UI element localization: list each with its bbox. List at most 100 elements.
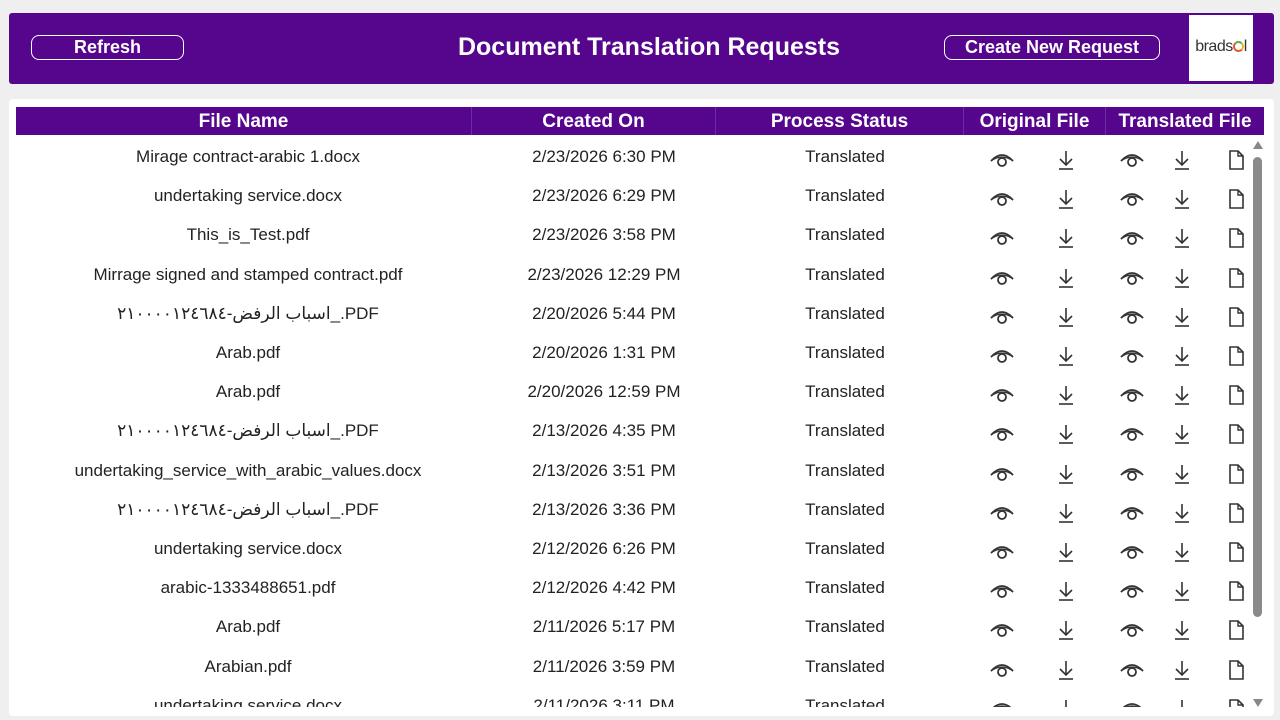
translated-document-icon[interactable] xyxy=(1223,463,1246,485)
translated-view-icon[interactable] xyxy=(1119,659,1145,681)
translated-document-icon[interactable] xyxy=(1223,267,1246,289)
original-download-icon[interactable] xyxy=(1053,423,1079,445)
original-download-icon[interactable] xyxy=(1053,463,1079,485)
translated-download-icon[interactable] xyxy=(1169,227,1195,249)
scroll-thumb[interactable] xyxy=(1253,157,1262,617)
col-header-original-file[interactable]: Original File xyxy=(964,107,1106,135)
original-view-icon[interactable] xyxy=(989,345,1015,367)
table-row[interactable]: اسباب الرفض-٢١٠٠٠٠١٢٤٦٨٤_.PDF 2/20/2026 5… xyxy=(16,296,1246,335)
original-view-icon[interactable] xyxy=(989,698,1015,707)
translated-document-icon[interactable] xyxy=(1223,384,1246,406)
translated-view-icon[interactable] xyxy=(1119,463,1145,485)
original-view-icon[interactable] xyxy=(989,149,1015,171)
translated-document-icon[interactable] xyxy=(1223,619,1246,641)
translated-download-icon[interactable] xyxy=(1169,580,1195,602)
original-download-icon[interactable] xyxy=(1053,580,1079,602)
table-row[interactable]: Arab.pdf 2/11/2026 5:17 PM Translated xyxy=(16,609,1246,648)
table-row[interactable]: Mirrage signed and stamped contract.pdf 2… xyxy=(16,257,1246,296)
table-row[interactable]: undertaking service.docx 2/11/2026 3:11 P… xyxy=(16,688,1246,707)
create-new-request-button[interactable]: Create New Request xyxy=(944,35,1160,60)
translated-document-icon[interactable] xyxy=(1223,541,1246,563)
translated-view-icon[interactable] xyxy=(1119,502,1145,524)
translated-document-icon[interactable] xyxy=(1223,698,1246,707)
original-view-icon[interactable] xyxy=(989,502,1015,524)
translated-download-icon[interactable] xyxy=(1169,188,1195,210)
original-view-icon[interactable] xyxy=(989,188,1015,210)
translated-document-icon[interactable] xyxy=(1223,149,1246,171)
original-download-icon[interactable] xyxy=(1053,384,1079,406)
translated-download-icon[interactable] xyxy=(1169,502,1195,524)
table-row[interactable]: arabic-1333488651.pdf 2/12/2026 4:42 PM Tr… xyxy=(16,570,1246,609)
translated-document-icon[interactable] xyxy=(1223,306,1246,328)
original-view-icon[interactable] xyxy=(989,267,1015,289)
table-row[interactable]: This_is_Test.pdf 2/23/2026 3:58 PM Transla… xyxy=(16,217,1246,256)
col-header-file-name[interactable]: File Name xyxy=(16,107,472,135)
original-view-icon[interactable] xyxy=(989,580,1015,602)
translated-view-icon[interactable] xyxy=(1119,227,1145,249)
translated-view-icon[interactable] xyxy=(1119,580,1145,602)
original-download-icon[interactable] xyxy=(1053,541,1079,563)
translated-download-icon[interactable] xyxy=(1169,698,1195,707)
original-download-icon[interactable] xyxy=(1053,502,1079,524)
table-row[interactable]: undertaking service.docx 2/23/2026 6:29 P… xyxy=(16,178,1246,217)
vertical-scrollbar[interactable] xyxy=(1252,139,1264,707)
translated-view-icon[interactable] xyxy=(1119,306,1145,328)
translated-document-icon[interactable] xyxy=(1223,188,1246,210)
original-view-icon[interactable] xyxy=(989,423,1015,445)
original-view-icon[interactable] xyxy=(989,541,1015,563)
table-row[interactable]: Mirage contract-arabic 1.docx 2/23/2026 6… xyxy=(16,139,1246,178)
original-view-icon[interactable] xyxy=(989,619,1015,641)
translated-download-icon[interactable] xyxy=(1169,306,1195,328)
original-view-icon[interactable] xyxy=(989,384,1015,406)
original-download-icon[interactable] xyxy=(1053,227,1079,249)
translated-document-icon[interactable] xyxy=(1223,423,1246,445)
table-row[interactable]: undertaking service.docx 2/12/2026 6:26 P… xyxy=(16,531,1246,570)
translated-download-icon[interactable] xyxy=(1169,463,1195,485)
translated-document-icon[interactable] xyxy=(1223,227,1246,249)
original-view-icon[interactable] xyxy=(989,463,1015,485)
translated-view-icon[interactable] xyxy=(1119,619,1145,641)
original-download-icon[interactable] xyxy=(1053,306,1079,328)
original-download-icon[interactable] xyxy=(1053,345,1079,367)
translated-view-icon[interactable] xyxy=(1119,698,1145,707)
translated-download-icon[interactable] xyxy=(1169,541,1195,563)
table-row[interactable]: اسباب الرفض-٢١٠٠٠٠١٢٤٦٨٤_.PDF 2/13/2026 4… xyxy=(16,413,1246,452)
col-header-process-status[interactable]: Process Status xyxy=(716,107,964,135)
translated-view-icon[interactable] xyxy=(1119,423,1145,445)
translated-download-icon[interactable] xyxy=(1169,267,1195,289)
original-download-icon[interactable] xyxy=(1053,188,1079,210)
original-view-icon[interactable] xyxy=(989,306,1015,328)
translated-document-icon[interactable] xyxy=(1223,580,1246,602)
translated-view-icon[interactable] xyxy=(1119,149,1145,171)
refresh-button[interactable]: Refresh xyxy=(31,35,184,60)
scroll-up-icon[interactable] xyxy=(1253,141,1263,149)
table-row[interactable]: Arabian.pdf 2/11/2026 3:59 PM Translated xyxy=(16,649,1246,688)
translated-download-icon[interactable] xyxy=(1169,149,1195,171)
translated-download-icon[interactable] xyxy=(1169,423,1195,445)
original-view-icon[interactable] xyxy=(989,227,1015,249)
table-row[interactable]: undertaking_service_with_arabic_values.d… xyxy=(16,453,1246,492)
scroll-down-icon[interactable] xyxy=(1253,699,1263,707)
translated-view-icon[interactable] xyxy=(1119,541,1145,563)
translated-document-icon[interactable] xyxy=(1223,345,1246,367)
translated-document-icon[interactable] xyxy=(1223,659,1246,681)
translated-download-icon[interactable] xyxy=(1169,659,1195,681)
col-header-translated-file[interactable]: Translated File xyxy=(1106,107,1264,135)
original-view-icon[interactable] xyxy=(989,659,1015,681)
original-download-icon[interactable] xyxy=(1053,659,1079,681)
col-header-created-on[interactable]: Created On xyxy=(472,107,716,135)
translated-download-icon[interactable] xyxy=(1169,619,1195,641)
translated-download-icon[interactable] xyxy=(1169,384,1195,406)
table-row[interactable]: اسباب الرفض-٢١٠٠٠٠١٢٤٦٨٤_.PDF 2/13/2026 3… xyxy=(16,492,1246,531)
translated-view-icon[interactable] xyxy=(1119,384,1145,406)
original-download-icon[interactable] xyxy=(1053,619,1079,641)
original-download-icon[interactable] xyxy=(1053,267,1079,289)
table-row[interactable]: Arab.pdf 2/20/2026 1:31 PM Translated xyxy=(16,335,1246,374)
translated-view-icon[interactable] xyxy=(1119,345,1145,367)
translated-view-icon[interactable] xyxy=(1119,267,1145,289)
original-download-icon[interactable] xyxy=(1053,698,1079,707)
translated-view-icon[interactable] xyxy=(1119,188,1145,210)
original-download-icon[interactable] xyxy=(1053,149,1079,171)
table-row[interactable]: Arab.pdf 2/20/2026 12:59 PM Translated xyxy=(16,374,1246,413)
translated-download-icon[interactable] xyxy=(1169,345,1195,367)
